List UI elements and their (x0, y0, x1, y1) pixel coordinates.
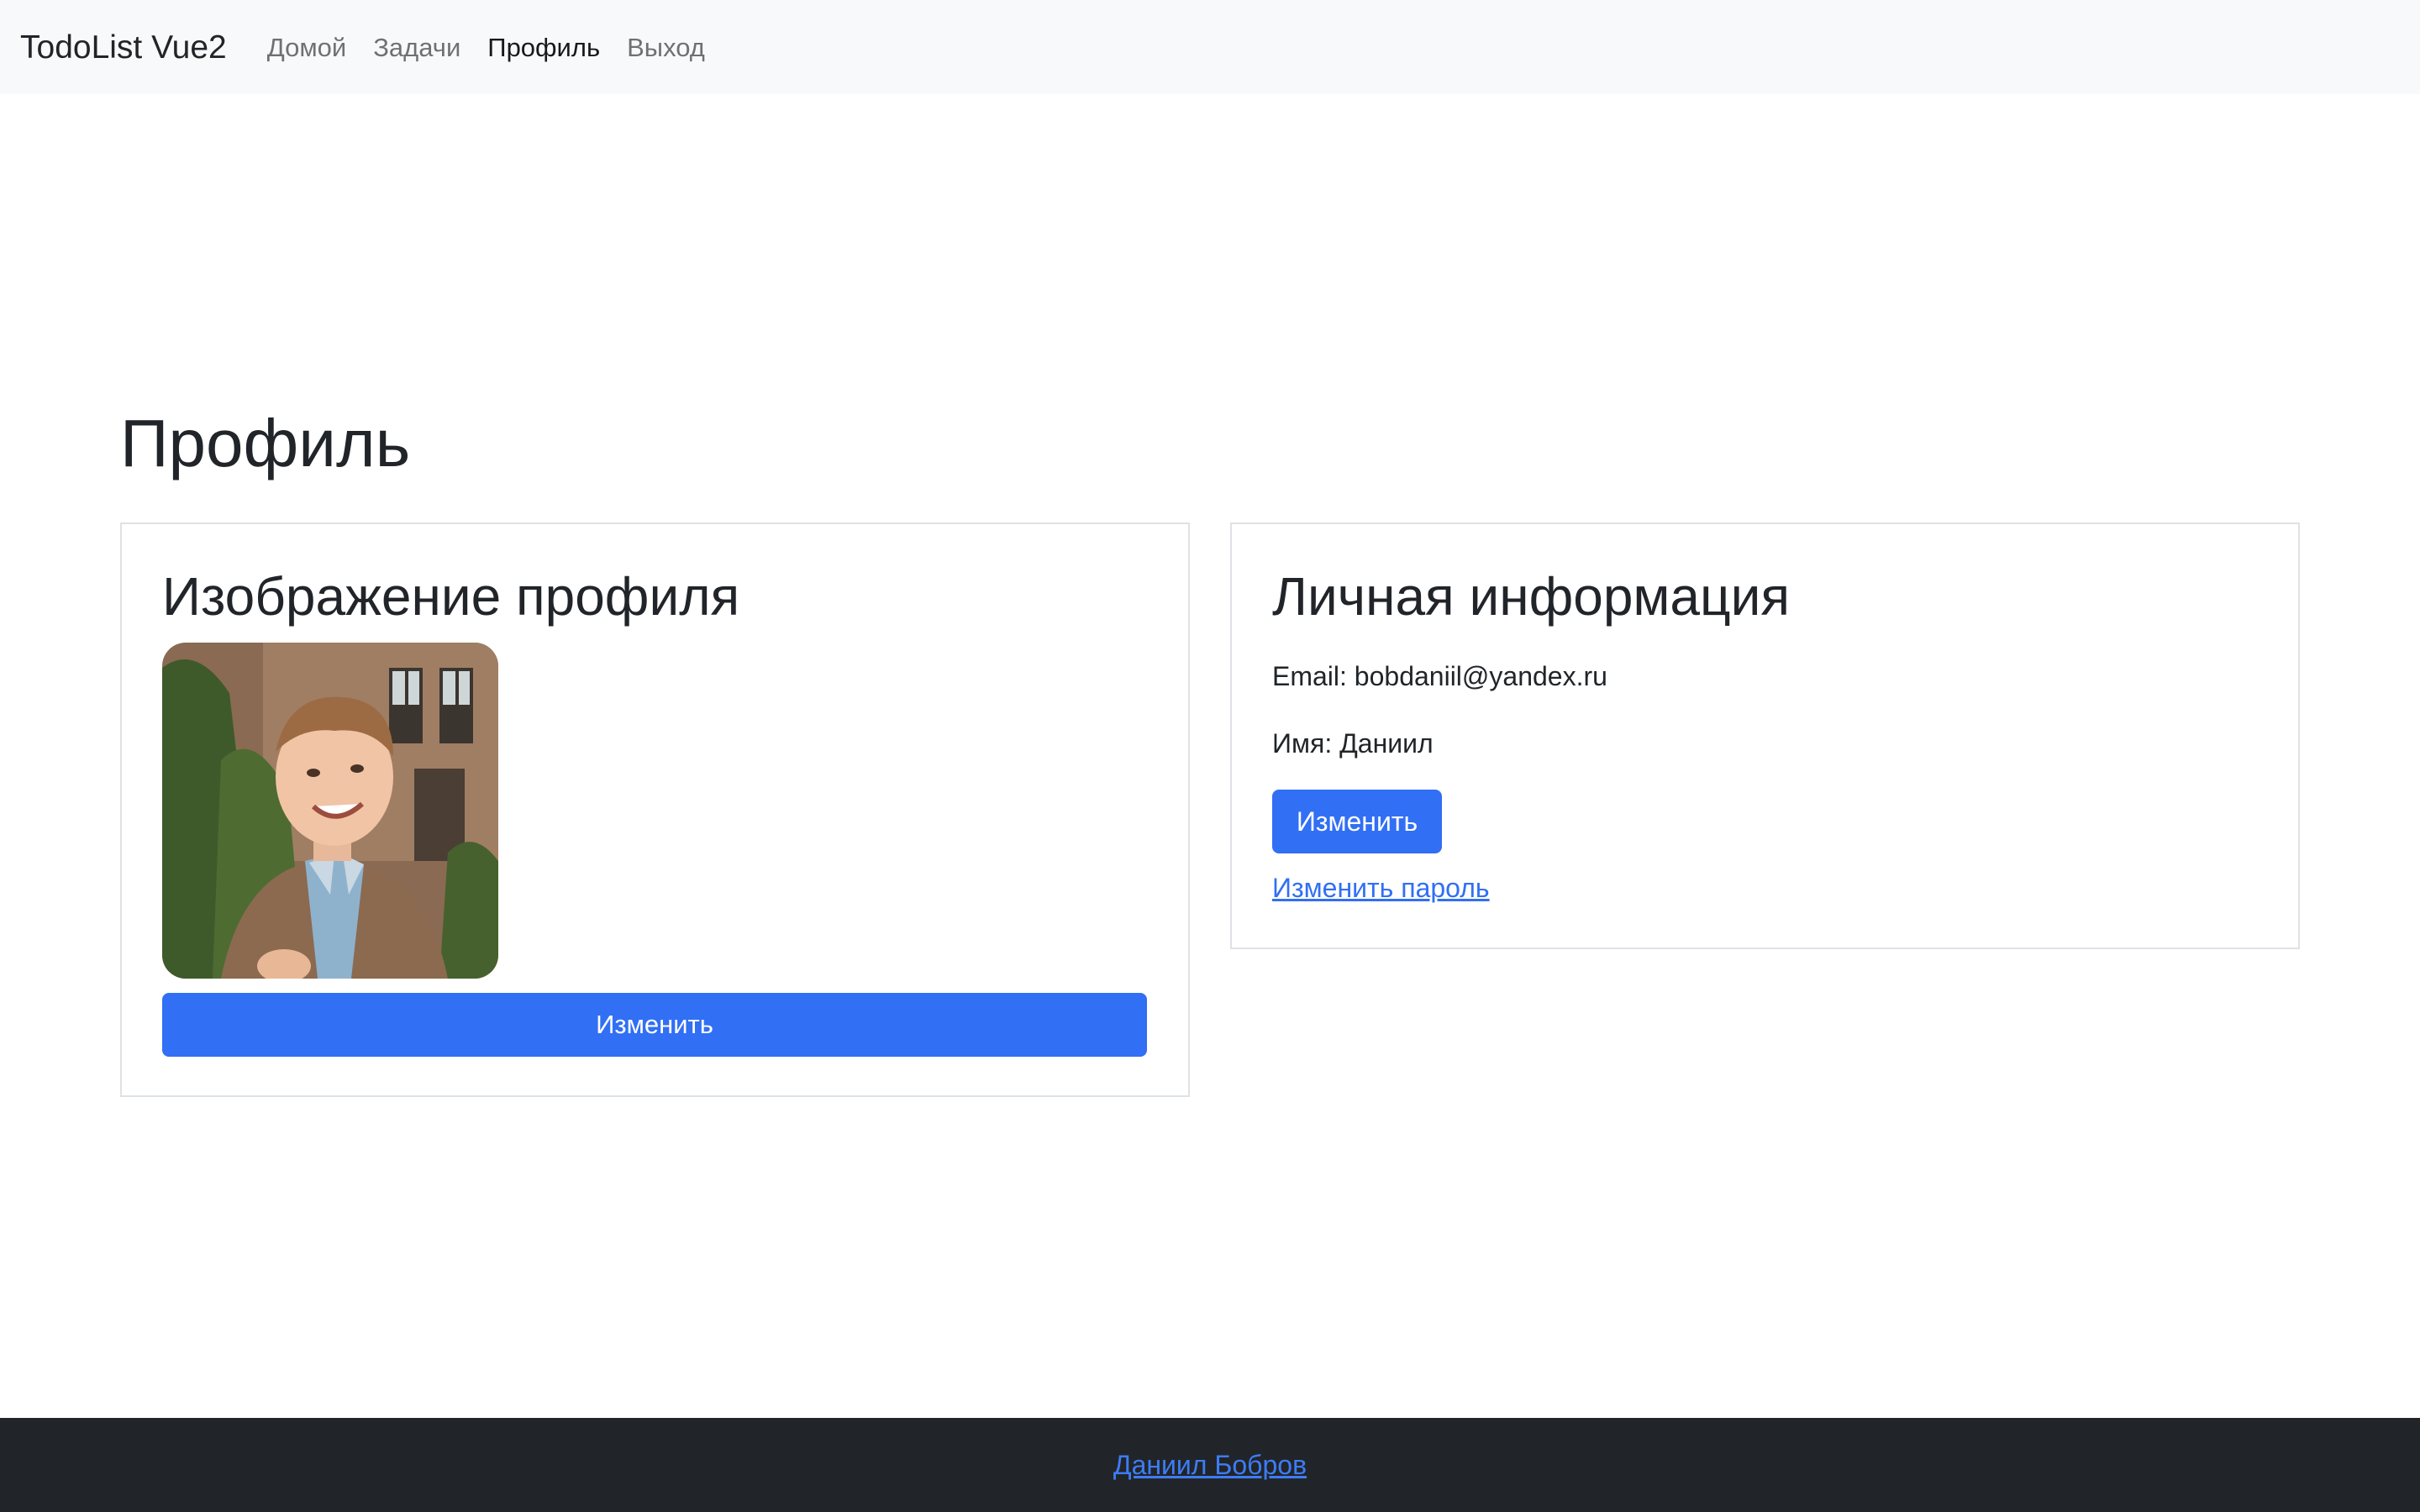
nav-link-logout[interactable]: Выход (627, 34, 705, 60)
email-text: Email: bobdaniil@yandex.ru (1272, 661, 1607, 691)
profile-image-card-title: Изображение профиля (162, 566, 740, 627)
personal-info-card-title: Личная информация (1272, 566, 1791, 627)
avatar (162, 643, 498, 979)
name-text: Имя: Даниил (1272, 728, 1434, 759)
edit-info-button[interactable]: Изменить (1272, 790, 1442, 853)
change-password-link[interactable]: Изменить пароль (1272, 872, 1490, 904)
nav-link-home[interactable]: Домой (267, 34, 346, 60)
nav-link-tasks[interactable]: Задачи (373, 34, 460, 60)
page-title: Профиль (120, 406, 411, 480)
top-navbar: TodoList Vue2 Домой Задачи Профиль Выход (0, 0, 2420, 94)
nav-link-profile[interactable]: Профиль (487, 34, 600, 60)
profile-image-card: Изображение профиля Изменить (120, 522, 1190, 1097)
navbar-brand[interactable]: TodoList Vue2 (20, 31, 227, 64)
personal-info-card: Личная информация Email: bobdaniil@yande… (1230, 522, 2300, 949)
footer-author-link[interactable]: Даниил Бобров (1113, 1450, 1307, 1481)
footer: Даниил Бобров (0, 1418, 2420, 1512)
change-avatar-button[interactable]: Изменить (162, 993, 1147, 1057)
